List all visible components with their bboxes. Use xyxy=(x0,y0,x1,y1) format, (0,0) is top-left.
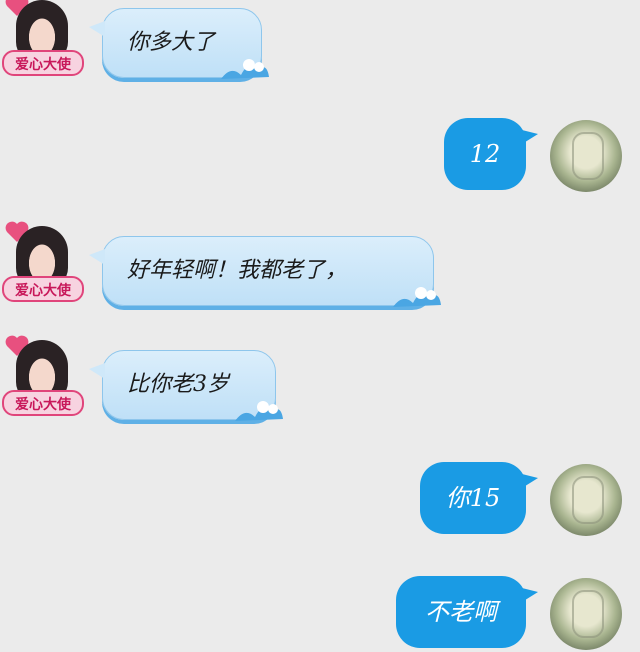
received-message-bubble[interactable]: 你多大了 xyxy=(89,8,269,79)
avatar-banner: 爱心大使 xyxy=(2,50,84,76)
avatar-photo xyxy=(572,590,604,638)
message-text: 好年轻啊！我都老了， xyxy=(127,258,348,283)
message-text: 12 xyxy=(469,140,501,168)
sent-message-bubble[interactable]: 你15 xyxy=(420,462,538,534)
sent-message-bubble[interactable]: 不老啊 xyxy=(396,576,538,648)
avatar-banner: 爱心大使 xyxy=(2,276,84,302)
wave-decoration-icon xyxy=(235,401,283,421)
message-text: 你多大了 xyxy=(127,30,216,55)
friend-avatar[interactable]: 爱心大使 xyxy=(2,0,86,86)
received-message-bubble[interactable]: 比你老3岁 xyxy=(89,350,283,421)
avatar-banner: 爱心大使 xyxy=(2,390,84,416)
avatar-photo xyxy=(572,476,604,524)
friend-avatar[interactable]: 爱心大使 xyxy=(2,334,86,426)
friend-avatar[interactable]: 爱心大使 xyxy=(2,220,86,312)
message-text: 你15 xyxy=(445,484,501,512)
wave-decoration-icon xyxy=(221,59,269,79)
avatar-photo xyxy=(572,132,604,180)
received-message-bubble[interactable]: 好年轻啊！我都老了， xyxy=(89,236,441,307)
message-text: 比你老3岁 xyxy=(127,372,229,397)
message-text: 不老啊 xyxy=(425,598,497,626)
user-avatar[interactable] xyxy=(550,578,622,650)
sent-message-bubble[interactable]: 12 xyxy=(444,118,538,190)
user-avatar[interactable] xyxy=(550,120,622,192)
user-avatar[interactable] xyxy=(550,464,622,536)
wave-decoration-icon xyxy=(393,287,441,307)
